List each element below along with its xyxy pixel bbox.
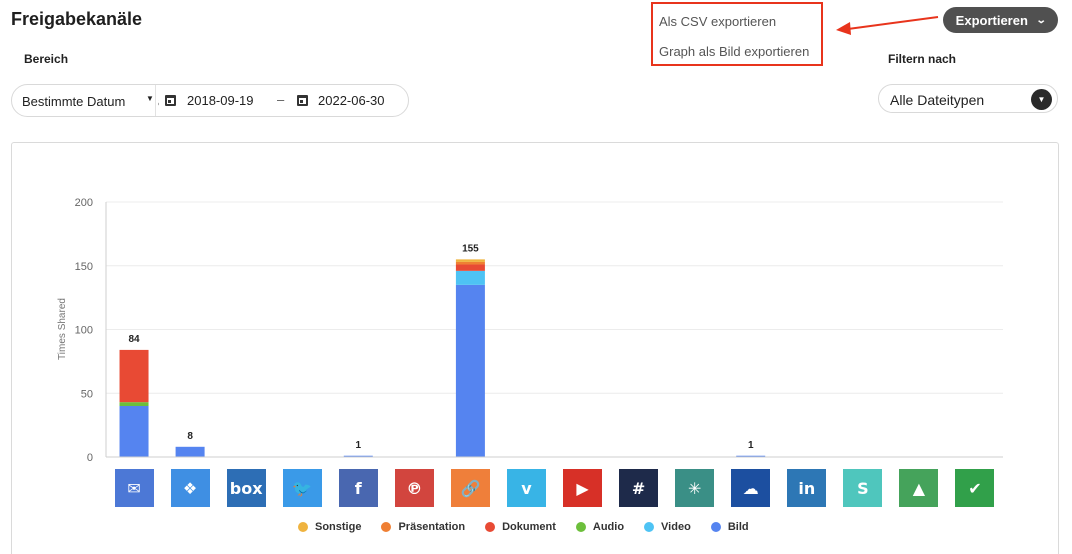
pinterest-icon: ℗ — [394, 469, 434, 507]
slack-icon: # — [619, 469, 659, 507]
bar-segment — [119, 406, 149, 457]
legend-item[interactable]: Dokument — [485, 521, 556, 533]
range-divider — [155, 85, 156, 116]
legend-dot-icon — [710, 522, 721, 532]
start-date-input[interactable]: 2018-09-19 — [187, 93, 254, 108]
legend-label: Dokument — [502, 521, 556, 533]
filter-label: Filtern nach — [888, 52, 957, 66]
legend-item[interactable]: Bild — [710, 521, 749, 533]
legend-dot-icon — [575, 522, 586, 532]
link-icon: 🔗 — [450, 469, 490, 507]
bar-segment — [455, 261, 485, 265]
y-tick-label: 150 — [75, 261, 93, 273]
vimeo-icon: v — [506, 469, 546, 507]
bar-total-label: 155 — [462, 243, 479, 254]
file-type-filter-select[interactable]: Alle Dateitypen ▼ — [878, 84, 1058, 113]
legend-label: Sonstige — [315, 521, 362, 533]
page-title: Freigabekanäle — [11, 9, 143, 29]
range-label: Bereich — [24, 52, 69, 66]
bar-total-label: 8 — [187, 431, 193, 442]
y-tick-label: 50 — [81, 388, 93, 400]
legend-item[interactable]: Präsentation — [381, 521, 465, 533]
calendar-icon[interactable] — [297, 95, 308, 106]
legend-item[interactable]: Audio — [575, 521, 625, 533]
caret-down-icon: ▼ — [146, 94, 154, 103]
youtube-icon: ▶ — [563, 469, 603, 507]
export-button[interactable]: Exportieren ⌄ — [943, 7, 1058, 33]
bar-segment — [175, 446, 205, 457]
bar-segment — [119, 349, 149, 403]
chevron-down-icon: ⌄ — [1035, 14, 1047, 26]
chart-card: 0 50 100 150 200 Times Shared 84 8 1 155 1 ✉ ❖ box 🐦 f… — [11, 142, 1059, 554]
annotation-arrow-icon — [836, 16, 939, 35]
bar-total-label: 1 — [748, 440, 754, 451]
y-tick-label: 100 — [75, 325, 93, 337]
end-date-input[interactable]: 2022-06-30 — [318, 93, 385, 108]
highspot-icon: ✔ — [955, 469, 995, 507]
date-separator: – — [277, 92, 285, 107]
export-button-label: Exportieren — [955, 12, 1028, 28]
bar-segment — [455, 270, 485, 285]
bar-total-label: 84 — [128, 334, 140, 345]
onedrive-icon: ☁ — [731, 469, 771, 507]
date-range-picker: Bestimmte Datum ▼ a 2018-09-19 – 2022-06… — [11, 84, 409, 117]
email-icon: ✉ — [114, 469, 154, 507]
legend-dot-icon — [485, 522, 496, 532]
legend-dot-icon — [381, 522, 392, 532]
export-menu: Als CSV exportieren Graph als Bild expor… — [651, 2, 823, 66]
box-icon: box — [226, 469, 266, 507]
legend-item[interactable]: Sonstige — [298, 521, 361, 533]
file-type-filter-value: Alle Dateitypen — [890, 92, 985, 108]
range-type-select[interactable]: Bestimmte Datum ▼ a — [22, 94, 159, 109]
sharepoint-icon: S — [843, 469, 883, 507]
export-csv-menu-item[interactable]: Als CSV exportieren — [659, 14, 776, 29]
y-axis-label: Times Shared — [57, 298, 68, 360]
y-tick-label: 200 — [75, 197, 93, 209]
calendar-icon[interactable] — [165, 95, 176, 106]
range-type-overflow-text: a — [158, 94, 159, 109]
legend-label: Bild — [727, 521, 749, 533]
caret-down-icon[interactable]: ▼ — [1031, 89, 1052, 110]
yammer-icon: ✳ — [675, 469, 715, 507]
legend-label: Video — [661, 521, 691, 533]
bar-segment — [455, 284, 485, 457]
dropbox-icon: ❖ — [170, 469, 210, 507]
google-drive-icon: ▲ — [899, 469, 939, 507]
export-image-menu-item[interactable]: Graph als Bild exportieren — [659, 44, 809, 59]
legend-item[interactable]: Video — [644, 521, 691, 533]
chart-legend: Sonstige Präsentation Dokument Audio Video Bi… — [298, 521, 769, 533]
legend-dot-icon — [644, 522, 655, 532]
linkedin-icon: in — [787, 469, 827, 507]
facebook-icon: f — [338, 469, 378, 507]
legend-label: Audio — [592, 521, 625, 533]
bar-total-label: 1 — [356, 440, 362, 451]
legend-dot-icon — [298, 522, 308, 532]
bar-segment — [455, 259, 485, 262]
bar-segment — [455, 264, 485, 271]
twitter-icon: 🐦 — [282, 469, 322, 507]
bar-segment — [119, 402, 149, 406]
legend-label: Präsentation — [398, 521, 466, 533]
range-type-value: Bestimmte Datum — [22, 94, 126, 109]
y-tick-label: 0 — [87, 452, 93, 464]
